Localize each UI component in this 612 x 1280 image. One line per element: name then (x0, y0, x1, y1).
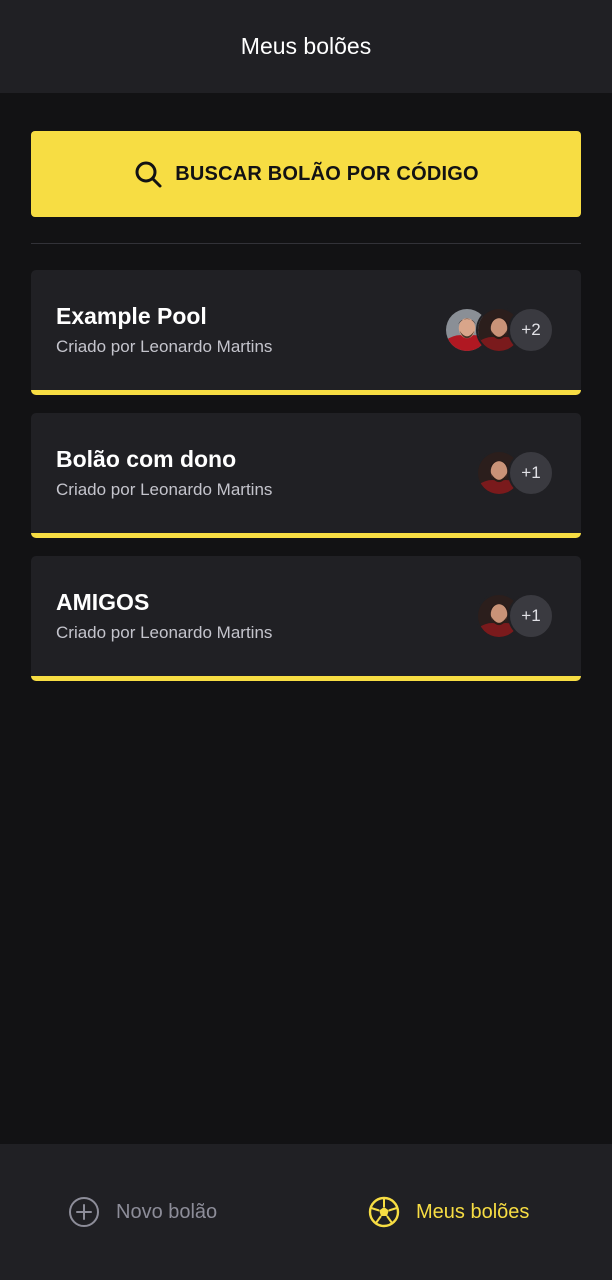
pool-title: Bolão com dono (56, 446, 237, 472)
pool-title: AMIGOS (56, 589, 150, 615)
plus-circle-icon (68, 1196, 100, 1228)
pool-owner: Criado por Leonardo Martins (56, 337, 273, 356)
nav-my-pools-label: Meus bolões (416, 1200, 530, 1223)
extra-participants-count: +1 (508, 593, 554, 639)
pool-card[interactable]: Example Pool Criado por Leonardo Martins… (31, 270, 581, 395)
bottom-navigation: Novo bolão Meus bolões (0, 1144, 612, 1280)
search-icon (133, 159, 163, 189)
extra-participants-count: +2 (508, 307, 554, 353)
search-button-label: BUSCAR BOLÃO POR CÓDIGO (175, 162, 479, 185)
pool-title: Example Pool (56, 303, 207, 329)
participants-avatars: +1 (476, 593, 554, 639)
nav-new-pool[interactable]: Novo bolão (68, 1144, 217, 1280)
pool-card[interactable]: Bolão com dono Criado por Leonardo Marti… (31, 413, 581, 538)
search-pool-by-code-button[interactable]: BUSCAR BOLÃO POR CÓDIGO (31, 131, 581, 217)
divider (31, 243, 581, 244)
nav-new-pool-label: Novo bolão (116, 1200, 218, 1223)
participants-avatars: +2 (444, 307, 554, 353)
pool-card[interactable]: AMIGOS Criado por Leonardo Martins +1 (31, 556, 581, 681)
page-title: Meus bolões (240, 33, 372, 59)
soccer-ball-icon (368, 1196, 400, 1228)
nav-my-pools[interactable]: Meus bolões (368, 1144, 529, 1280)
pool-list: Example Pool Criado por Leonardo Martins… (31, 270, 581, 699)
extra-participants-count: +1 (508, 450, 554, 496)
participants-avatars: +1 (476, 450, 554, 496)
app-header: Meus bolões (0, 0, 612, 93)
pool-owner: Criado por Leonardo Martins (56, 480, 273, 499)
pool-owner: Criado por Leonardo Martins (56, 623, 273, 642)
